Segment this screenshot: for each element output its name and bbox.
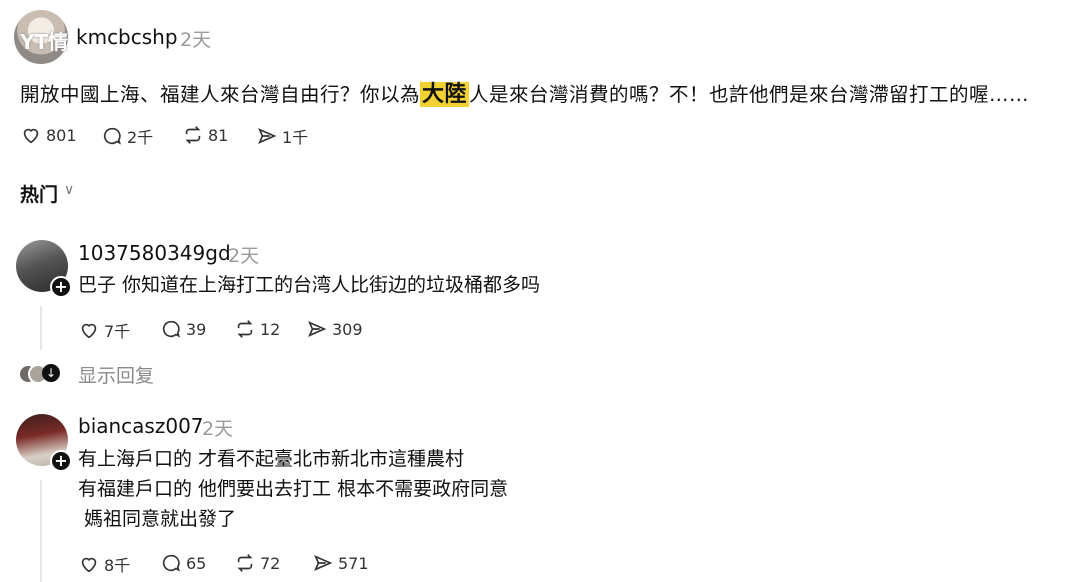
comment-reply-count: 65 <box>186 553 207 573</box>
post-comment-count: 2千 <box>127 128 154 147</box>
comment-share-button[interactable]: 571 <box>312 552 369 574</box>
comment-username[interactable]: biancasz007 <box>78 414 204 438</box>
comment-like-button[interactable]: 8千 <box>78 552 130 576</box>
comment-share-button[interactable]: 309 <box>306 318 363 340</box>
comment-icon <box>162 320 180 338</box>
comment-like-button[interactable]: 7千 <box>78 318 130 342</box>
post-text-highlight: 大陸 <box>420 82 470 107</box>
thread-line <box>40 306 42 350</box>
post-like-button[interactable]: 801 <box>20 124 77 146</box>
comment-icon <box>103 127 121 145</box>
heart-icon <box>23 128 39 144</box>
post-username[interactable]: kmcbcshp <box>76 25 178 49</box>
share-icon <box>314 554 333 572</box>
post-comment-button[interactable]: 2千 <box>101 124 153 148</box>
comment-like-count: 8千 <box>104 556 131 575</box>
avatar-watermark: YT情 <box>20 30 69 54</box>
repost-icon <box>237 320 253 338</box>
share-icon <box>308 320 327 338</box>
sort-hot-label[interactable]: 热门 <box>20 180 58 207</box>
post-repost-button[interactable]: 81 <box>182 124 228 146</box>
comment-line: 有福建戶口的 他們要出去打工 根本不需要政府同意 <box>78 478 509 500</box>
comment-repost-count: 72 <box>260 553 281 573</box>
follow-plus-icon[interactable]: + <box>50 450 72 472</box>
comment-like-count: 7千 <box>104 322 131 341</box>
post-text: 開放中國上海、福建人來台灣自由行？你以為大陸 人是來台灣消費的嗎？不！也許他們是來… <box>20 76 1029 108</box>
comment-repost-button[interactable]: 12 <box>234 318 280 340</box>
post-text-after: 人是來台灣消費的嗎？不！也許他們是來台灣滯留打工的喔…… <box>469 83 1030 106</box>
post-text-before: 開放中國上海、福建人來台灣自由行？你以為 <box>20 83 421 106</box>
post-share-button[interactable]: 1千 <box>256 124 308 148</box>
post-share-count: 1千 <box>282 128 309 147</box>
comment-repost-count: 12 <box>260 319 281 339</box>
comment-username[interactable]: 1037580349gd <box>78 241 231 265</box>
thread-line <box>40 480 42 582</box>
comment-reply-count: 39 <box>186 319 207 339</box>
comment-time: 2天 <box>228 245 260 267</box>
comment-reply-button[interactable]: 39 <box>160 318 206 340</box>
comment-repost-button[interactable]: 72 <box>234 552 280 574</box>
share-icon <box>258 127 277 145</box>
comment-time: 2天 <box>202 418 234 440</box>
heart-icon <box>81 323 97 339</box>
comment-icon <box>162 554 180 572</box>
post-time: 2天 <box>180 29 212 51</box>
comment-text: 巴子 你知道在上海打工的台湾人比街边的垃圾桶都多吗 <box>78 274 541 296</box>
show-replies-link[interactable]: 显示回复 <box>78 361 154 388</box>
comment-line: 有上海戶口的 才看不起臺北市新北市這種農村 <box>78 448 465 470</box>
post-repost-count: 81 <box>208 125 229 145</box>
post-like-count: 801 <box>46 125 77 145</box>
repost-icon <box>237 554 253 572</box>
heart-icon <box>81 557 97 573</box>
chevron-down-icon[interactable]: ∨ <box>64 182 74 198</box>
arrow-down-icon[interactable]: ↓ <box>42 364 60 382</box>
comment-share-count: 571 <box>338 553 369 573</box>
comment-line: 媽祖同意就出發了 <box>78 508 237 530</box>
comment-text: 有上海戶口的 才看不起臺北市新北市這種農村 有福建戶口的 他們要出去打工 根本不… <box>78 444 508 534</box>
repost-icon <box>185 126 201 144</box>
follow-plus-icon[interactable]: + <box>50 276 72 298</box>
comment-reply-button[interactable]: 65 <box>160 552 206 574</box>
comment-share-count: 309 <box>332 319 363 339</box>
